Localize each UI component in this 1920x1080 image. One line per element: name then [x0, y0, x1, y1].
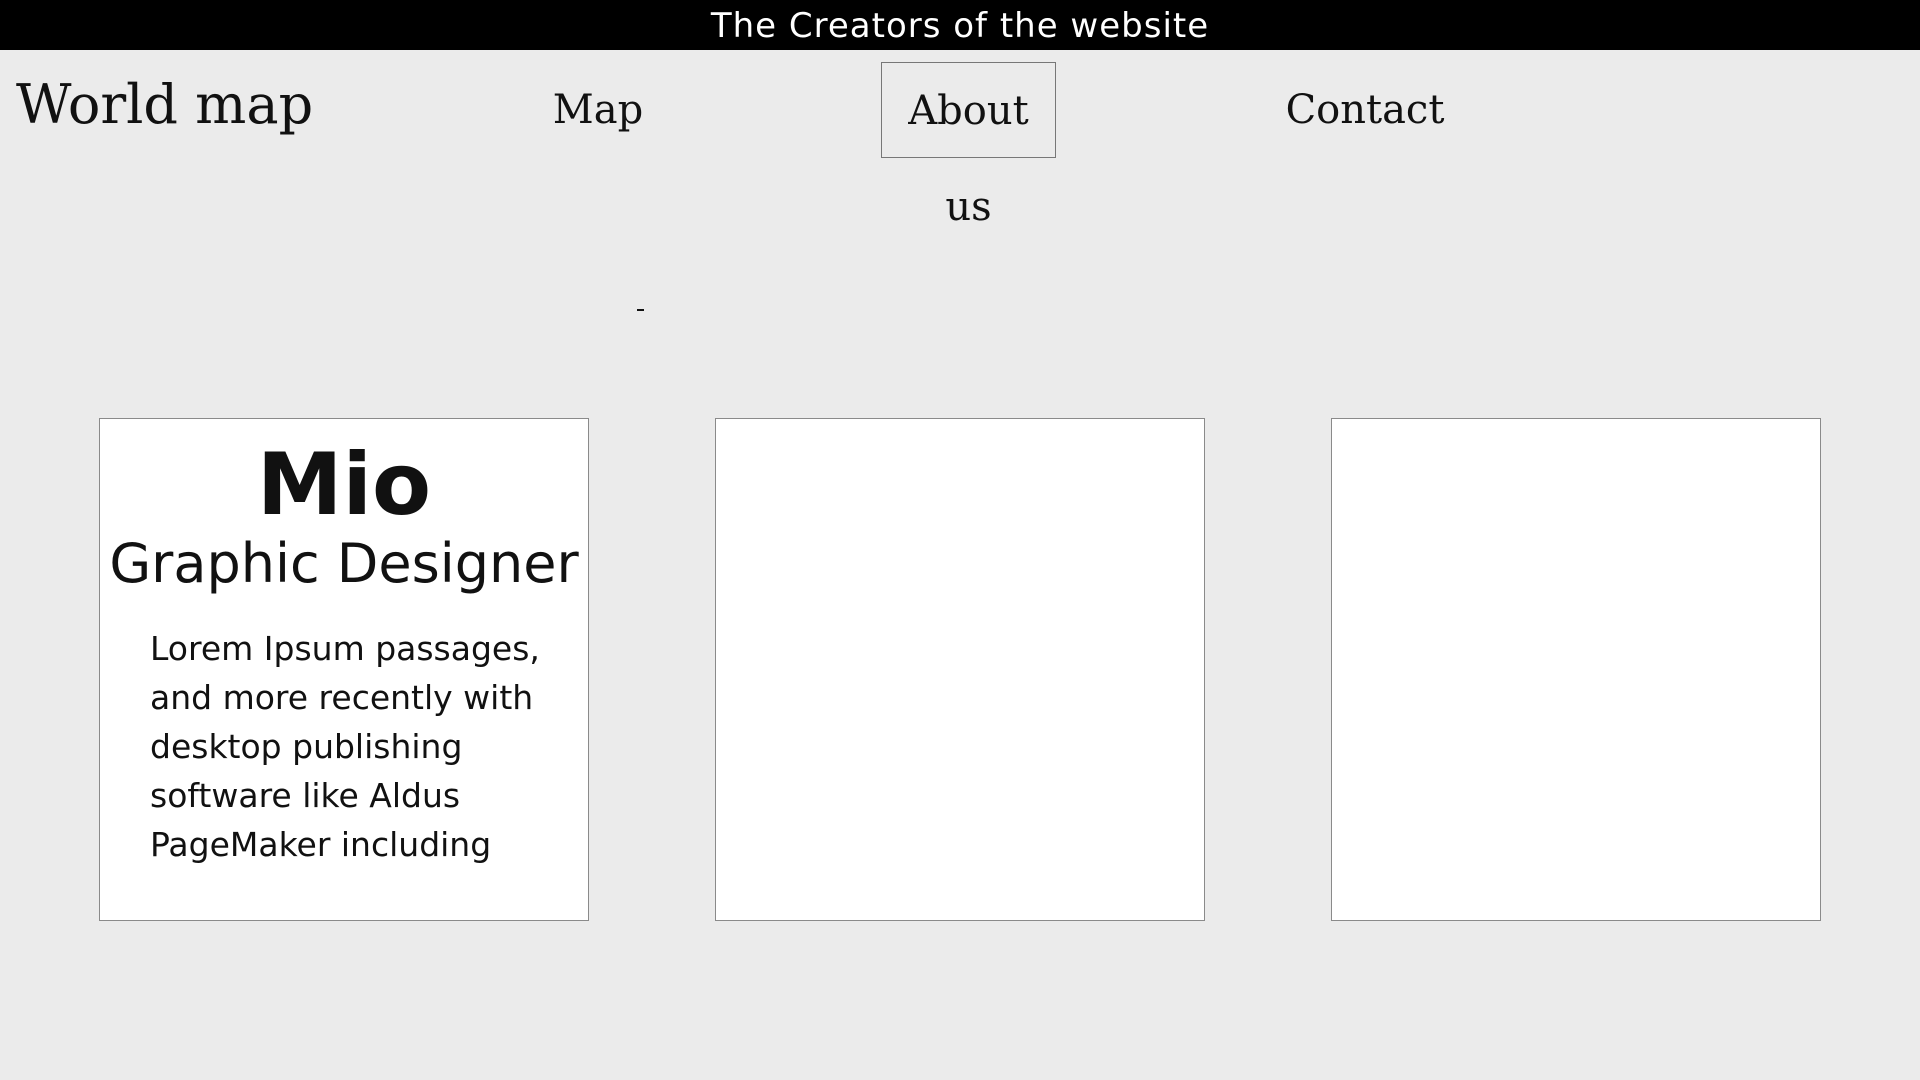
- creator-name: Mio: [256, 435, 432, 535]
- creator-card: [715, 418, 1205, 921]
- top-banner: The Creators of the website: [0, 0, 1920, 50]
- nav-item-map[interactable]: Map: [540, 62, 656, 158]
- site-logo[interactable]: World map: [16, 70, 313, 140]
- top-banner-title: The Creators of the website: [710, 6, 1210, 46]
- creator-card: [1331, 418, 1821, 921]
- nav-item-contact[interactable]: Contact: [1282, 62, 1448, 158]
- creator-card: Mio Graphic Designer Lorem Ipsum passage…: [99, 418, 589, 921]
- creator-description: Lorem Ipsum passages, and more recently …: [150, 629, 540, 864]
- nav-item-about-us[interactable]: About us: [881, 62, 1056, 230]
- decorative-dash: [637, 309, 644, 311]
- creator-role: Graphic Designer: [109, 532, 579, 595]
